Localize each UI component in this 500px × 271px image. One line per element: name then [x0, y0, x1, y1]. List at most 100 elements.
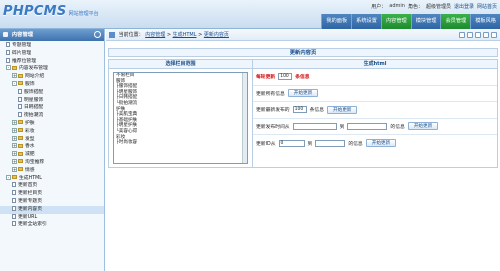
- expand-icon[interactable]: +: [12, 119, 17, 125]
- expand-icon[interactable]: +: [12, 166, 17, 172]
- id-to-input[interactable]: [315, 139, 346, 147]
- sidebar-title: 内容管理: [11, 32, 34, 38]
- breadcrumb-update-content[interactable]: 更新内容页: [204, 32, 229, 38]
- collapse-icon[interactable]: -: [6, 65, 11, 71]
- page-icon: [18, 112, 22, 118]
- folder-icon: [12, 65, 17, 70]
- date-from-input[interactable]: [292, 122, 337, 130]
- update-date-button[interactable]: 开始更新: [407, 122, 439, 131]
- update-latest-row: 更新最新发布的 100 条信息 开始更新: [253, 102, 497, 119]
- print-icon[interactable]: [483, 32, 489, 38]
- folder-icon: [12, 175, 17, 180]
- date-to-input[interactable]: [347, 122, 388, 130]
- forward-icon[interactable]: [467, 32, 473, 38]
- sidebar-item-emotion[interactable]: + 情感: [0, 166, 104, 175]
- expand-icon[interactable]: +: [12, 135, 17, 141]
- tab-module-management[interactable]: 模块管理: [410, 14, 441, 29]
- sidebar-item-update-home[interactable]: 更新首页: [0, 182, 104, 190]
- folder-icon: [18, 120, 23, 125]
- help-icon[interactable]: [491, 32, 497, 38]
- sidebar-item-fragments[interactable]: 碎片管理: [0, 49, 104, 58]
- sidebar-item-update-index[interactable]: 更新全站索引: [0, 221, 104, 229]
- sidebar-item-makeup[interactable]: + 彩妆: [0, 127, 104, 136]
- back-icon[interactable]: [459, 32, 465, 38]
- collapse-icon[interactable]: -: [12, 80, 17, 86]
- latest-count-input[interactable]: 100: [292, 106, 307, 114]
- tab-content-management[interactable]: 内容管理: [380, 14, 411, 29]
- tab-system-settings[interactable]: 系统设置: [351, 14, 381, 29]
- sidebar-item-special[interactable]: 专题管理: [0, 42, 104, 50]
- page-icon: [6, 57, 10, 63]
- sidebar-item-update-special[interactable]: 更新专题页: [0, 197, 104, 206]
- update-by-id-row: 更新ID从 0 到 的信息 开始更新: [253, 135, 497, 152]
- folder-icon: [18, 81, 23, 86]
- update-id-button[interactable]: 开始更新: [365, 139, 397, 148]
- tab-member-management[interactable]: 会员管理: [440, 14, 471, 29]
- sidebar-item-street[interactable]: 街拍潮流: [0, 112, 104, 120]
- sidebar-item-taobao[interactable]: + 淘宝推荐: [0, 158, 104, 167]
- page-title: 更新内容页: [108, 48, 498, 57]
- folder-icon: [18, 143, 23, 148]
- sidebar-item-update-url[interactable]: 更新URL: [0, 213, 104, 222]
- site-home-link[interactable]: 网站首页: [477, 3, 497, 10]
- sidebar-item-skincare[interactable]: + 护肤: [0, 119, 104, 128]
- folder-icon: [18, 73, 23, 78]
- expand-icon[interactable]: +: [12, 151, 17, 157]
- logo-subtitle: 网站管理平台: [68, 11, 99, 17]
- collapse-icon[interactable]: -: [6, 174, 11, 180]
- sidebar-item-jk-match[interactable]: 日韩搭配: [0, 104, 104, 112]
- category-column: 选择栏目范围 不限栏目 服饰 ├服饰搭配 ├明星服饰 ├日韩搭配 └街拍潮流 护肤 ├美肌宝典…: [108, 59, 253, 168]
- page-icon: [18, 96, 22, 102]
- app-window: PHPCMS 网站管理平台 用户： admin 角色： 超级管理员 退出登录 网…: [0, 0, 500, 271]
- sidebar-header: 内容管理: [0, 29, 104, 41]
- id-from-input[interactable]: 0: [278, 139, 305, 147]
- update-all-button[interactable]: 开始更新: [287, 89, 319, 98]
- update-latest-button[interactable]: 开始更新: [327, 105, 358, 114]
- sidebar-item-diet[interactable]: + 减肥: [0, 151, 104, 159]
- page-icon: [6, 49, 10, 55]
- folder-icon: [18, 167, 23, 172]
- user-role: 超级管理员: [425, 4, 451, 10]
- sidebar-item-update-category[interactable]: 更新栏目页: [0, 190, 104, 198]
- per-round-input[interactable]: 100: [278, 73, 293, 81]
- breadcrumb-content[interactable]: 内容管理: [145, 32, 165, 38]
- content-icon: [3, 32, 8, 37]
- logout-link[interactable]: 退出登录: [454, 3, 474, 10]
- sidebar: 内容管理 专题管理 碎片管理 推荐位管理 - 内容发布管理 + 网站介绍 - 服饰 服…: [0, 29, 105, 271]
- page-icon: [12, 213, 16, 219]
- sidebar-item-fashion[interactable]: - 服饰: [0, 80, 104, 89]
- listbox-scrollbar[interactable]: [242, 73, 247, 163]
- update-date-label: 更新发布时间从: [256, 124, 290, 130]
- page-icon: [18, 88, 22, 94]
- folder-icon: [18, 128, 23, 133]
- expand-icon[interactable]: +: [12, 73, 17, 79]
- tab-my-panel[interactable]: 我的面板: [321, 14, 352, 29]
- tab-template-style[interactable]: 模板风格: [470, 14, 500, 29]
- update-date-unit: 的信息: [390, 124, 405, 130]
- refresh-icon[interactable]: [475, 32, 481, 38]
- page-icon: [12, 205, 16, 211]
- sidebar-item-position[interactable]: 推荐位管理: [0, 57, 104, 66]
- main-content: 当前位置： 内容管理 > 生成HTML > 更新内容页 更新内容页 选择栏目范围…: [106, 29, 500, 271]
- refresh-icon[interactable]: [94, 31, 101, 38]
- expand-icon[interactable]: +: [12, 158, 17, 164]
- id-to-label: 到: [307, 141, 313, 147]
- sidebar-item-fashion-match[interactable]: 服饰搭配: [0, 88, 104, 97]
- sidebar-item-update-content[interactable]: 更新内容页: [0, 205, 104, 214]
- expand-icon[interactable]: +: [12, 143, 17, 149]
- sidebar-item-generate-html[interactable]: - 生成HTML: [0, 174, 104, 183]
- sidebar-item-hair[interactable]: + 发型: [0, 135, 104, 144]
- category-listbox[interactable]: 不限栏目 服饰 ├服饰搭配 ├明星服饰 ├日韩搭配 └街拍潮流 护肤 ├美肌宝典 ├基础护肤 ├明…: [113, 72, 248, 164]
- sidebar-item-perfume[interactable]: + 香水: [0, 143, 104, 151]
- sidebar-item-publish[interactable]: - 内容发布管理: [0, 65, 104, 73]
- sidebar-item-site-intro[interactable]: + 网站介绍: [0, 73, 104, 81]
- breadcrumb-generate-html[interactable]: 生成HTML: [173, 32, 197, 38]
- category-option[interactable]: ├时尚妆容: [114, 140, 247, 146]
- folder-icon: [18, 136, 23, 141]
- user-name: admin: [389, 3, 405, 9]
- main-nav: 我的面板 系统设置 内容管理 模块管理 会员管理 模板风格: [321, 14, 500, 29]
- page-icon: [12, 221, 16, 227]
- breadcrumb-prefix: 当前位置：: [118, 32, 144, 38]
- expand-icon[interactable]: +: [12, 127, 17, 133]
- sidebar-item-star-fashion[interactable]: 明星服饰: [0, 96, 104, 105]
